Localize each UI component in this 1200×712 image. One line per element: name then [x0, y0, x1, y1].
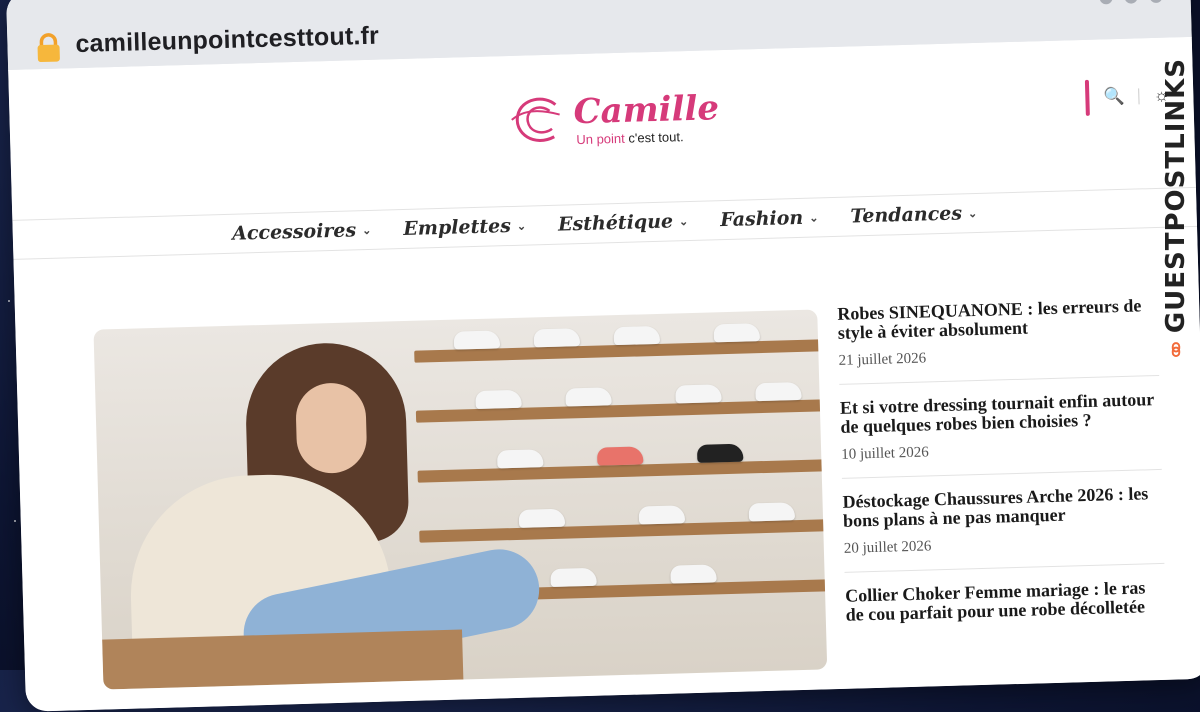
nav-item-tendances[interactable]: Tendances ⌄ — [850, 202, 978, 228]
browser-window: camilleunpointcesttout.fr Camille Un poi… — [6, 0, 1200, 712]
nav-item-emplettes[interactable]: Emplettes ⌄ — [403, 215, 526, 240]
address-bar-url[interactable]: camilleunpointcesttout.fr — [75, 22, 379, 59]
post-title-link[interactable]: Collier Choker Femme mariage : le ras de… — [845, 577, 1166, 624]
nav-item-label: Accessoires — [231, 219, 357, 245]
shoe — [638, 505, 686, 525]
shoe — [565, 387, 612, 407]
shoe — [755, 381, 802, 402]
shoe — [596, 446, 644, 466]
chevron-down-icon: ⌄ — [678, 214, 689, 228]
shoe — [670, 564, 717, 584]
nav-item-esthetique[interactable]: Esthétique ⌄ — [557, 210, 689, 236]
watermark-label: GUESTPOSTLINKS — [1158, 58, 1194, 358]
window-dot-icon[interactable] — [1099, 0, 1113, 5]
shoe — [496, 449, 544, 469]
nav-item-label: Emplettes — [403, 214, 512, 240]
chevron-down-icon: ⌄ — [967, 206, 978, 220]
nav-item-accessoires[interactable]: Accessoires ⌄ — [231, 219, 372, 245]
main-navigation: Accessoires ⌄ Emplettes ⌄ Esthétique ⌄ F… — [12, 186, 1198, 260]
post-date: 20 juillet 2026 — [843, 538, 932, 557]
shoe — [453, 330, 501, 350]
shoe — [696, 443, 744, 463]
site-logo[interactable]: Camille Un point c'est tout. — [509, 88, 721, 154]
featured-article-image[interactable] — [93, 309, 828, 690]
list-item: Collier Choker Femme mariage : le ras de… — [845, 577, 1167, 649]
window-dot-icon[interactable] — [1124, 0, 1138, 4]
chevron-down-icon: ⌄ — [516, 219, 527, 233]
logo-name: Camille — [573, 88, 720, 133]
post-date: 10 juillet 2026 — [841, 444, 929, 463]
post-date: 21 juillet 2026 — [838, 350, 927, 369]
shoe — [550, 567, 597, 588]
web-page: Camille Un point c'est tout. 🔍 ☼ Accesso… — [8, 36, 1200, 712]
post-title-link[interactable]: Et si votre dressing tournait enfin auto… — [840, 389, 1161, 437]
list-item: Et si votre dressing tournait enfin auto… — [840, 389, 1162, 479]
list-item: Déstockage Chaussures Arche 2026 : les b… — [842, 483, 1165, 573]
search-icon[interactable]: 🔍 — [1103, 87, 1125, 108]
shoe — [518, 508, 566, 528]
accent-divider — [1085, 79, 1091, 116]
recent-posts-sidebar: Robes SINEQUANONE : les erreurs de style… — [837, 295, 1167, 663]
post-title-link[interactable]: Déstockage Chaussures Arche 2026 : les b… — [842, 483, 1163, 531]
logo-tagline-part-b: c'est tout. — [628, 129, 684, 146]
logo-tagline-part-a: Un point — [576, 130, 625, 148]
post-title-link[interactable]: Robes SINEQUANONE : les erreurs de style… — [837, 295, 1158, 342]
person-face — [295, 382, 368, 475]
bench — [102, 629, 464, 690]
chain-link-icon — [1171, 342, 1181, 358]
watermark-text: GUESTPOSTLINKS — [1161, 58, 1191, 334]
nav-item-fashion[interactable]: Fashion ⌄ — [720, 206, 819, 231]
watermark: GUESTPOSTLINKS — [1158, 58, 1194, 358]
list-item: Robes SINEQUANONE : les erreurs de style… — [837, 295, 1160, 385]
nav-item-label: Esthétique — [557, 210, 674, 236]
shoe — [533, 328, 581, 348]
window-dot-icon[interactable] — [1149, 0, 1163, 4]
shoe — [675, 384, 722, 404]
chevron-down-icon: ⌄ — [361, 223, 372, 237]
shoe — [613, 325, 661, 346]
nav-item-label: Fashion — [719, 206, 804, 232]
logo-tagline: Un point c'est tout. — [576, 129, 684, 147]
shoe — [475, 389, 522, 410]
chevron-down-icon: ⌄ — [809, 210, 819, 225]
shoe — [748, 502, 796, 522]
tool-separator — [1138, 88, 1140, 105]
window-controls — [1099, 0, 1163, 5]
shoe — [713, 323, 761, 343]
shelf — [419, 518, 828, 543]
lock-icon — [37, 33, 60, 63]
logo-mark-icon — [511, 97, 560, 142]
nav-item-label: Tendances — [850, 202, 963, 228]
